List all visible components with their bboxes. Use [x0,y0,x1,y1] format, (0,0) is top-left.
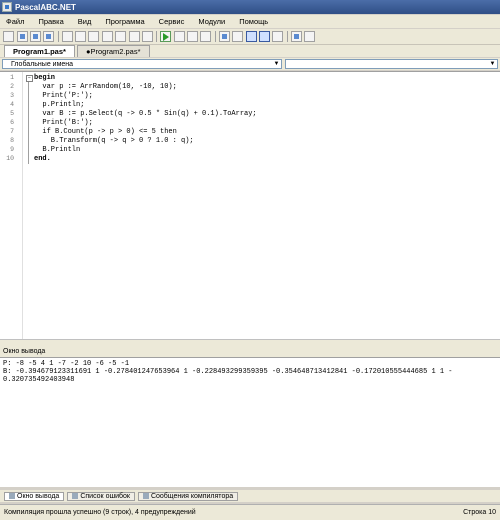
open-file-icon[interactable] [16,31,28,42]
cut-icon[interactable] [61,31,73,42]
menu-modules[interactable]: Модули [198,17,225,26]
app-icon [2,2,12,12]
line-number: 10 [6,155,14,162]
comment-icon[interactable] [232,31,244,42]
chevron-down-icon[interactable]: ▼ [489,61,496,67]
code-line: B.Println [34,146,81,154]
member-combo[interactable]: ▼ [285,59,498,69]
split-view-icon[interactable] [258,31,270,42]
status-message: Компиляция прошла успешно (9 строк), 4 п… [4,509,196,516]
run-icon[interactable] [160,31,172,42]
new-file-icon[interactable] [3,31,15,42]
breakpoint-icon[interactable] [200,31,212,42]
line-number: 5 [10,110,14,117]
tab-output[interactable]: Окно вывода [4,491,65,501]
error-list-icon [72,493,79,499]
code-line: begin [34,74,56,82]
menu-help[interactable]: Помощь [239,17,268,26]
title-bar: PascalABC.NET [0,0,500,14]
code-editor[interactable]: − 1 2 3 4 5 6 7 8 9 10 begin var p := Ar… [0,71,500,339]
fold-line [28,82,29,164]
code-line: p.Println; [34,101,85,109]
cursor-position: Строка 10 [463,509,496,516]
step-icon[interactable] [187,31,199,42]
line-number: 1 [10,74,14,81]
toolbar [0,29,500,45]
line-number: 2 [10,83,14,90]
line-number: 3 [10,92,14,99]
output-text[interactable]: P: -8 -5 4 1 -7 -2 10 -6 -5 -1 B: -0.394… [0,357,500,487]
code-line: Print('B:'); [34,119,93,127]
save-all-icon[interactable] [43,31,55,42]
save-icon[interactable] [29,31,41,42]
tab-program2[interactable]: ●Program2.pas* [76,45,150,57]
window-title: PascalABC.NET [15,2,76,12]
menu-bar: Файл Правка Вид Программа Сервис Модули … [0,15,500,28]
undo-icon[interactable] [101,31,113,42]
tab-program1[interactable]: Program1.pas* [4,45,75,57]
scope-combo-value: Глобальные имена [11,61,74,68]
code-line: B.Transform(q -> q > 0 ? 1.0 : q); [34,137,194,145]
code-line: var B := p.Select(q -> 0.5 * Sin(q) + 0.… [34,110,257,118]
replace-icon[interactable] [141,31,153,42]
toolbar-separator [57,31,59,42]
tab-output-label: Окно вывода [17,492,60,500]
code-line: end. [34,155,51,163]
menu-program[interactable]: Программа [105,17,144,26]
toolbar-separator [286,31,288,42]
menu-service[interactable]: Сервис [159,17,185,26]
chevron-down-icon[interactable]: ▼ [273,61,280,67]
menu-edit[interactable]: Правка [38,17,63,26]
line-number: 4 [10,101,14,108]
navigation-bar: Глобальные имена ▼ ▼ [0,58,500,70]
stop-icon[interactable] [173,31,185,42]
format-icon[interactable] [218,31,230,42]
tab-errors-label: Список ошибок [80,492,130,500]
tab-errors[interactable]: Список ошибок [67,491,135,501]
code-line: var p := ArrRandom(10, -10, 10); [34,83,177,91]
scope-combo[interactable]: Глобальные имена ▼ [2,59,282,69]
editor-tabs: Program1.pas* ●Program2.pas* [0,45,500,57]
find-icon[interactable] [128,31,140,42]
status-bar: Компиляция прошла успешно (9 строк), 4 п… [0,504,500,520]
copy-icon[interactable] [75,31,87,42]
compiler-messages-icon [142,493,149,499]
tab-compiler-messages[interactable]: Сообщения компилятора [137,491,239,501]
bottom-tabs: Окно вывода Список ошибок Сообщения комп… [0,490,500,502]
paste-icon[interactable] [88,31,100,42]
toolbar-separator [156,31,158,42]
code-line: Print('P:'); [34,92,93,100]
code-line: if B.Count(p -> p > 0) <= 5 then [34,128,177,136]
redo-icon[interactable] [115,31,127,42]
form-designer-icon[interactable] [290,31,302,42]
options-icon[interactable] [272,31,284,42]
toolbar-separator [214,31,216,42]
help-icon[interactable] [304,31,316,42]
tab-compiler-messages-label: Сообщения компилятора [150,492,234,500]
line-number: 7 [10,128,14,135]
output-window-header: Окно вывода [0,347,500,357]
menu-view[interactable]: Вид [78,17,92,26]
line-number: 9 [10,146,14,153]
fold-toggle-icon[interactable]: − [26,75,33,82]
line-number: 8 [10,137,14,144]
menu-file[interactable]: Файл [6,17,24,26]
output-window-icon[interactable] [245,31,257,42]
output-icon [9,493,15,499]
line-number: 6 [10,119,14,126]
